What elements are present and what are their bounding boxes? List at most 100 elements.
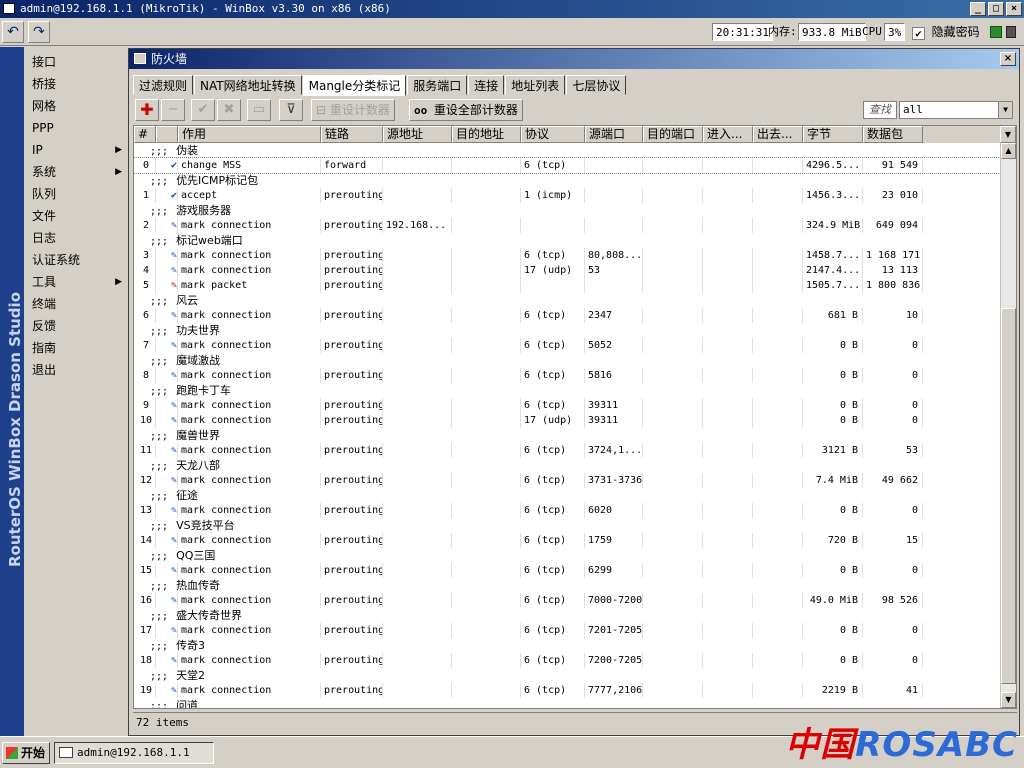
table-row[interactable]: 7 ✎ mark connection prerouting 6 (tcp) 5052 0 … — [134, 338, 1002, 353]
comment-row[interactable]: ;;; 问道 — [134, 698, 1002, 708]
column-header[interactable]: 源地址 — [383, 126, 452, 143]
comment-row[interactable]: ;;; QQ三国 — [134, 548, 1002, 563]
enable-icon[interactable]: ✔ — [191, 99, 215, 121]
cell-action: mark connection — [178, 248, 321, 263]
table-row[interactable]: 16 ✎ mark connection prerouting 6 (tcp) 7000-… — [134, 593, 1002, 608]
sidebar-item[interactable]: 队列 — [24, 183, 126, 205]
close-firewall-button[interactable]: × — [1000, 52, 1016, 66]
comment-row[interactable]: ;;; 游戏服务器 — [134, 203, 1002, 218]
tab[interactable]: NAT网络地址转换 — [194, 75, 302, 95]
column-header[interactable]: 作用 — [178, 126, 321, 143]
comment-row[interactable]: ;;; 盛大传奇世界 — [134, 608, 1002, 623]
comment-row[interactable]: ;;; 征途 — [134, 488, 1002, 503]
comment-icon[interactable]: ▭ — [247, 99, 271, 121]
disable-icon[interactable]: ✖ — [217, 99, 241, 121]
column-header[interactable] — [156, 126, 178, 143]
comment-row[interactable]: ;;; 天龙八部 — [134, 458, 1002, 473]
minimize-button[interactable]: _ — [970, 2, 986, 16]
comment-row[interactable]: ;;; 跑跑卡丁车 — [134, 383, 1002, 398]
start-button[interactable]: 开始 — [2, 742, 50, 764]
column-header[interactable]: 协议 — [521, 126, 585, 143]
scroll-thumb[interactable] — [1001, 308, 1016, 684]
scroll-up-icon[interactable]: ▲ — [1001, 143, 1016, 159]
table-row[interactable]: 9 ✎ mark connection prerouting 6 (tcp) 39311 0… — [134, 398, 1002, 413]
comment-row[interactable]: ;;; 天堂2 — [134, 668, 1002, 683]
comment-row[interactable]: ;;; 魔兽世界 — [134, 428, 1002, 443]
table-row[interactable]: 6 ✎ mark connection prerouting 6 (tcp) 2347 68… — [134, 308, 1002, 323]
filter-icon[interactable]: ⊽ — [279, 99, 303, 121]
search-button[interactable]: 查找 — [863, 101, 897, 119]
filter-select[interactable]: all ▼ — [899, 101, 1013, 119]
sidebar-item[interactable]: 日志 — [24, 227, 126, 249]
sidebar-item[interactable]: 系统 ▶ — [24, 161, 126, 183]
table-row[interactable]: 15 ✎ mark connection prerouting 6 (tcp) 6299 0… — [134, 563, 1002, 578]
tab[interactable]: Mangle分类标记 — [302, 75, 407, 96]
sidebar-item[interactable]: 工具 ▶ — [24, 271, 126, 293]
sidebar-item[interactable]: 退出 — [24, 359, 126, 381]
column-header[interactable]: 目的地址 — [452, 126, 521, 143]
sidebar-item[interactable]: 桥接 — [24, 73, 126, 95]
table-row[interactable]: 8 ✎ mark connection prerouting 6 (tcp) 5816 0 … — [134, 368, 1002, 383]
add-icon[interactable]: ✚ — [135, 99, 159, 121]
sidebar-item[interactable]: 指南 — [24, 337, 126, 359]
table-row[interactable]: 13 ✎ mark connection prerouting 6 (tcp) 6020 0… — [134, 503, 1002, 518]
comment-row[interactable]: ;;; 热血传奇 — [134, 578, 1002, 593]
tab[interactable]: 服务端口 — [407, 75, 468, 95]
table-row[interactable]: 0 ✔ change MSS forward 6 (tcp) 4296.5... 91 54… — [134, 157, 1003, 174]
comment-row[interactable]: ;;; 伪装 — [134, 143, 1002, 158]
table-row[interactable]: 12 ✎ mark connection prerouting 6 (tcp) 3731-… — [134, 473, 1002, 488]
comment-row[interactable]: ;;; 功夫世界 — [134, 323, 1002, 338]
tab[interactable]: 连接 — [468, 75, 505, 95]
table-row[interactable]: 18 ✎ mark connection prerouting 6 (tcp) 7200-… — [134, 653, 1002, 668]
column-header[interactable]: 源端口 — [585, 126, 643, 143]
table-row[interactable]: 2 ✎ mark connection prerouting 192.168... 324… — [134, 218, 1002, 233]
sidebar-item[interactable]: 反馈 — [24, 315, 126, 337]
tab[interactable]: 过滤规则 — [133, 75, 194, 95]
comment-row[interactable]: ;;; VS竞技平台 — [134, 518, 1002, 533]
remove-icon[interactable]: − — [161, 99, 185, 121]
table-row[interactable]: 4 ✎ mark connection prerouting 17 (udp) 53 214… — [134, 263, 1002, 278]
vertical-scrollbar[interactable]: ▲ ▼ — [1000, 143, 1016, 708]
undo-icon[interactable]: ↶ — [2, 21, 24, 43]
hide-passwords-checkbox[interactable]: ✔ — [912, 26, 925, 40]
tab[interactable]: 地址列表 — [505, 75, 566, 95]
taskbar-winbox-item[interactable]: admin@192.168.1.1 (... — [54, 742, 214, 768]
sidebar-item[interactable]: 接口 — [24, 51, 126, 73]
table-row[interactable]: 10 ✎ mark connection prerouting 17 (udp) 3931… — [134, 413, 1002, 428]
table-row[interactable]: 19 ✎ mark connection prerouting 6 (tcp) 7777,… — [134, 683, 1002, 698]
comment-row[interactable]: ;;; 优先ICMP标记包 — [134, 173, 1002, 188]
table-row[interactable]: 14 ✎ mark connection prerouting 6 (tcp) 1759 7… — [134, 533, 1002, 548]
comment-row[interactable]: ;;; 传奇3 — [134, 638, 1002, 653]
maximize-button[interactable]: □ — [988, 2, 1004, 16]
column-header[interactable]: 进入... — [703, 126, 753, 143]
sidebar-item[interactable]: IP ▶ — [24, 139, 126, 161]
reset-all-counters-button[interactable]: oo 重设全部计数器 — [409, 99, 523, 121]
column-header[interactable]: 数据包 — [863, 126, 923, 143]
column-header[interactable]: # — [134, 126, 156, 143]
reset-counters-button[interactable]: ⊟ 重设计数器 — [311, 99, 395, 121]
table-row[interactable]: 1 ✔ accept prerouting 1 (icmp) 1456.3... 23 01… — [134, 188, 1002, 203]
sidebar-item[interactable]: PPP — [24, 117, 126, 139]
column-header[interactable]: 字节 — [803, 126, 863, 143]
sidebar-item[interactable]: 终端 — [24, 293, 126, 315]
sidebar-item[interactable]: 文件 — [24, 205, 126, 227]
table-row[interactable]: 17 ✎ mark connection prerouting 6 (tcp) 7201-… — [134, 623, 1002, 638]
close-window-button[interactable]: × — [1006, 2, 1022, 16]
tab[interactable]: 七层协议 — [566, 75, 627, 95]
redo-icon[interactable]: ↷ — [28, 21, 50, 43]
table-row[interactable]: 11 ✎ mark connection prerouting 6 (tcp) 3724,… — [134, 443, 1002, 458]
table-row[interactable]: 5 ✎ mark packet prerouting 1505.7... 1 800 83… — [134, 278, 1002, 293]
column-header[interactable]: 链路 — [321, 126, 383, 143]
sidebar-item[interactable]: 认证系统 — [24, 249, 126, 271]
cell-bytes: 0 B — [803, 398, 863, 413]
table-row[interactable]: 3 ✎ mark connection prerouting 6 (tcp) 80,808… — [134, 248, 1002, 263]
column-menu-icon[interactable]: ▼ — [1000, 126, 1016, 143]
comment-row[interactable]: ;;; 风云 — [134, 293, 1002, 308]
comment-row[interactable]: ;;; 魔域激战 — [134, 353, 1002, 368]
scroll-down-icon[interactable]: ▼ — [1001, 692, 1016, 708]
comment-row[interactable]: ;;; 标记web端口 — [134, 233, 1002, 248]
column-header[interactable]: 目的端口 — [643, 126, 703, 143]
cell-idx: 7 — [134, 338, 156, 353]
column-header[interactable]: 出去... — [753, 126, 803, 143]
sidebar-item[interactable]: 网格 — [24, 95, 126, 117]
